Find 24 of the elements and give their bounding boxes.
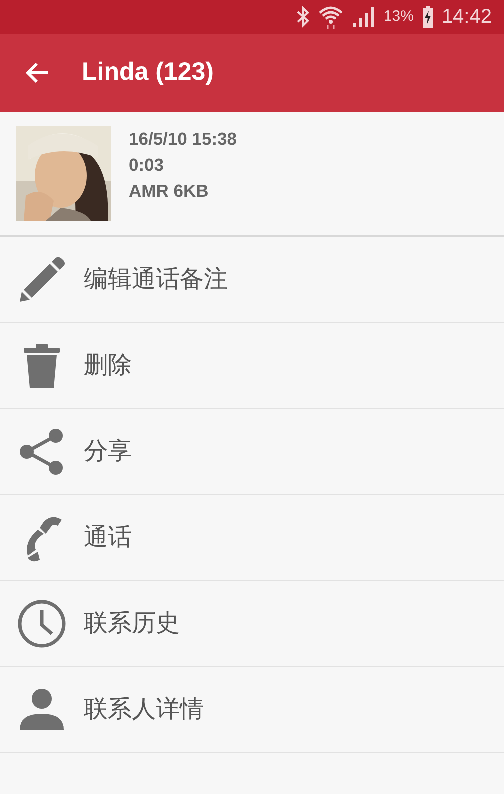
action-label: 删除 [84,350,132,380]
action-item[interactable]: 通话 [0,495,504,581]
recording-format: AMR 6KB [129,180,210,203]
wifi-icon [318,5,344,29]
action-label: 编辑通话备注 [84,264,228,294]
recording-date: 16/5/10 15:38 [129,128,238,151]
action-item[interactable]: 分享 [0,409,504,495]
screen-title: Linda (123) [82,57,214,88]
action-item[interactable]: 联系人详情 [0,667,504,753]
clock-time: 14:42 [442,5,492,30]
action-label: 分享 [84,436,132,466]
recording-duration: 0:03 [129,154,166,177]
back-button[interactable] [24,61,50,85]
action-item[interactable]: 删除 [0,323,504,409]
action-item[interactable]: 联系历史 [0,581,504,667]
battery-icon [422,6,434,28]
clock-icon [16,598,68,650]
signal-icon [352,6,376,28]
bluetooth-icon [296,6,310,28]
action-label: 通话 [84,522,132,552]
action-label: 联系人详情 [84,694,204,724]
action-item[interactable]: 编辑通话备注 [0,237,504,323]
action-label: 联系历史 [84,608,180,638]
battery-percentage: 13% [384,6,414,27]
